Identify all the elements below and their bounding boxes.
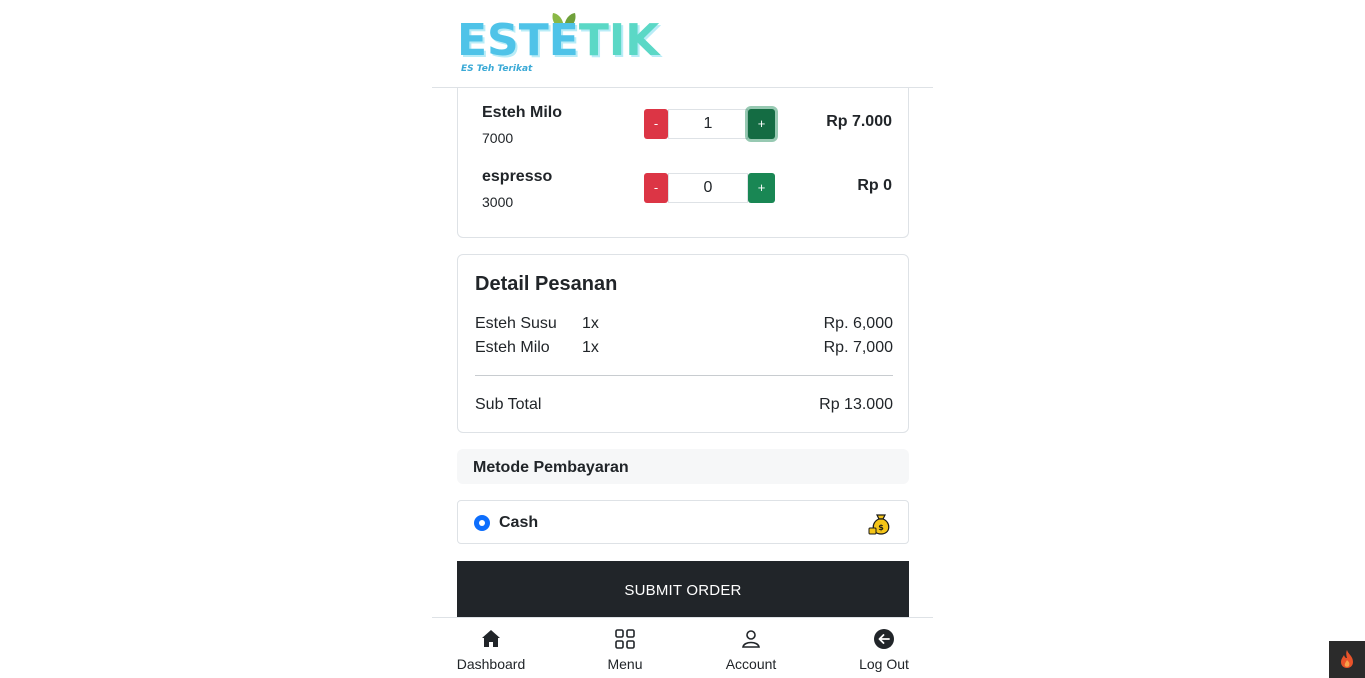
quantity-input[interactable]: 0	[668, 173, 748, 203]
order-item-name: Esteh Milo	[475, 339, 550, 356]
product-price: 7000	[482, 130, 514, 146]
subtotal-label: Sub Total	[475, 396, 542, 413]
product-total: Rp 7.000	[826, 113, 892, 130]
order-line-item: Esteh Susu 1x Rp. 6,000	[475, 315, 893, 337]
order-item-qty: 1x	[582, 339, 599, 356]
nav-label: Dashboard	[456, 656, 526, 672]
product-row: espresso 3000 - 0 + Rp 0	[482, 168, 892, 218]
logo-tagline: ES Teh Terikat	[461, 64, 533, 74]
logo[interactable]: ESTETIK ES Teh Terikat	[457, 8, 659, 78]
logo-wordmark: ESTETIK	[457, 15, 660, 66]
nav-item-account[interactable]: Account	[701, 618, 801, 678]
quantity-input[interactable]: 1	[668, 109, 748, 139]
nav-item-dashboard[interactable]: Dashboard	[441, 618, 541, 678]
flame-icon	[1341, 650, 1353, 668]
submit-order-button[interactable]: SUBMIT ORDER	[457, 561, 909, 618]
money-bag-icon: $	[868, 514, 890, 535]
increase-quantity-button[interactable]: +	[748, 173, 775, 203]
nav-label: Menu	[607, 656, 643, 672]
house-icon	[482, 630, 500, 647]
subtotal-value: Rp 13.000	[819, 396, 893, 413]
cash-radio[interactable]	[474, 515, 490, 531]
product-row: Esteh Milo 7000 - 1 + Rp 7.000	[482, 104, 892, 154]
product-price: 3000	[482, 194, 514, 210]
order-item-price: Rp. 7,000	[823, 339, 893, 356]
product-name: espresso	[482, 168, 553, 185]
product-name: Esteh Milo	[482, 104, 563, 121]
order-detail-title: Detail Pesanan	[475, 273, 618, 295]
nav-label: Log Out	[859, 656, 909, 672]
payment-method-title: Metode Pembayaran	[473, 459, 629, 476]
product-total: Rp 0	[857, 177, 892, 194]
nav-item-logout[interactable]: Log Out	[834, 618, 934, 678]
order-item-price: Rp. 6,000	[823, 315, 893, 332]
grid-icon	[615, 629, 635, 649]
order-item-name: Esteh Susu	[475, 315, 557, 332]
nav-item-menu[interactable]: Menu	[575, 618, 675, 678]
debug-toolbar-button[interactable]	[1329, 641, 1365, 678]
bottom-navigation: Dashboard Menu Account Log Out	[432, 617, 933, 678]
increase-quantity-button[interactable]: +	[748, 109, 775, 139]
decrease-quantity-button[interactable]: -	[644, 109, 668, 139]
order-line-item: Esteh Milo 1x Rp. 7,000	[475, 339, 893, 361]
payment-option-label: Cash	[499, 514, 539, 531]
header: ESTETIK ES Teh Terikat	[432, 0, 933, 88]
payment-option-cash[interactable]: Cash $	[457, 500, 909, 544]
product-list-card: Esteh Milo 7000 - 1 + Rp 7.000 espresso …	[457, 87, 909, 238]
payment-method-header: Metode Pembayaran	[457, 449, 909, 484]
order-item-qty: 1x	[582, 315, 599, 332]
divider	[475, 375, 893, 376]
decrease-quantity-button[interactable]: -	[644, 173, 668, 203]
order-detail-card: Detail Pesanan Esteh Susu 1x Rp. 6,000 E…	[457, 254, 909, 433]
app-container: ESTETIK ES Teh Terikat Esteh Milo 7000 -…	[432, 0, 933, 678]
person-icon	[742, 630, 760, 648]
svg-text:$: $	[878, 523, 884, 532]
nav-label: Account	[725, 656, 777, 672]
arrow-left-circle-icon	[874, 629, 894, 649]
